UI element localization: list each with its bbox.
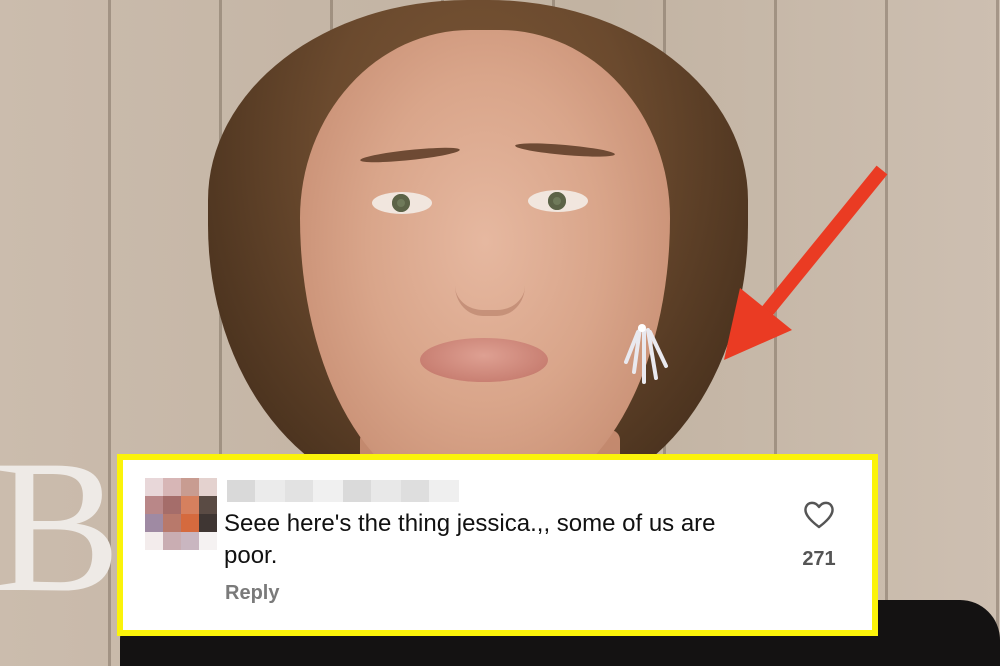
reply-button[interactable]: Reply bbox=[225, 582, 279, 605]
comment-card: Seee here's the thing jessica.,, some of… bbox=[117, 454, 878, 636]
blurred-username bbox=[227, 480, 459, 502]
red-arrow bbox=[700, 160, 900, 370]
comment-text: Seee here's the thing jessica.,, some of… bbox=[224, 510, 716, 569]
lips bbox=[420, 338, 548, 382]
like-count: 271 bbox=[802, 548, 836, 570]
nose bbox=[455, 240, 525, 316]
heart-outline-icon[interactable] bbox=[803, 500, 835, 530]
right-eye bbox=[528, 190, 588, 212]
backdrop-lettering: B bbox=[0, 422, 127, 632]
blurred-avatar bbox=[145, 478, 217, 550]
left-eye bbox=[372, 192, 432, 214]
earring bbox=[622, 322, 672, 402]
